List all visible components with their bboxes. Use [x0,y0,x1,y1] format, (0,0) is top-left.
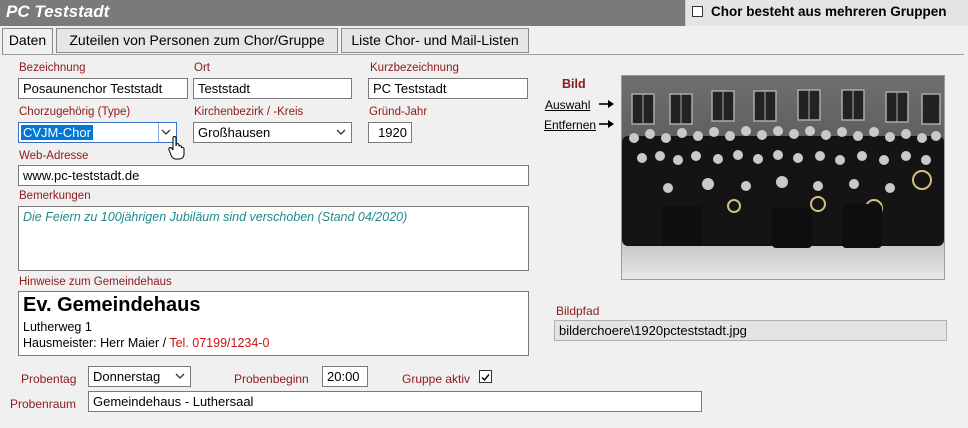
bildpfad-label: Bildpfad [556,304,600,318]
hinweise-textarea[interactable]: Ev. Gemeindehaus Lutherweg 1 Hausmeister… [18,291,529,356]
choir-photo [621,75,945,280]
kurzbezeichnung-field[interactable]: PC Teststadt [368,78,528,99]
bemerkungen-text: Die Feiern zu 100jährigen Jubiläum sind … [23,210,408,224]
hinweise-line1: Lutherweg 1 [23,320,92,334]
telefon-text: Tel. 07199/1234-0 [169,336,270,350]
probenbeginn-label: Probenbeginn [234,372,309,386]
chorzugehoerig-select[interactable]: CVJM-Chor [18,122,177,143]
kirchenbezirk-select[interactable]: Großhausen [193,122,352,143]
bildpfad-field: bilderchoere\1920pcteststadt.jpg [554,320,947,341]
probenraum-label: Probenraum [10,397,77,411]
gruend-jahr-field[interactable]: 1920 [368,122,412,143]
bild-label: Bild [562,77,586,91]
tab-liste[interactable]: Liste Chor- und Mail-Listen [341,28,529,53]
chorzugehoerig-label: Chorzugehörig (Type) [19,106,131,118]
hinweise-label: Hinweise zum Gemeindehaus [19,276,172,288]
auswahl-link[interactable]: Auswahl [545,98,590,112]
tab-daten[interactable]: Daten [2,28,53,55]
web-adresse-label: Web-Adresse [19,150,89,162]
window-title: PC Teststadt [6,2,110,21]
gruppe-aktiv-label: Gruppe aktiv [402,372,471,386]
hinweise-title: Ev. Gemeindehaus [23,294,201,316]
arrow-right-icon [599,117,615,132]
chevron-down-icon[interactable] [334,123,348,142]
bemerkungen-textarea[interactable]: Die Feiern zu 100jährigen Jubiläum sind … [18,206,529,271]
probenbeginn-field[interactable]: 20:00 [322,366,368,387]
hausmeister-text: Hausmeister: Herr Maier / [23,336,170,350]
probentag-value: Donnerstag [93,369,161,384]
chevron-down-icon[interactable] [173,367,187,386]
bezeichnung-label: Bezeichnung [19,62,86,74]
ort-label: Ort [194,62,210,74]
probenraum-field[interactable]: Gemeindehaus - Luthersaal [88,391,702,412]
ort-field[interactable]: Teststadt [193,78,352,99]
probentag-label: Probentag [21,372,77,386]
kurzbezeichnung-label: Kurzbezeichnung [370,62,459,74]
bezeichnung-field[interactable]: Posaunenchor Teststadt [18,78,188,99]
chorzugehoerig-value: CVJM-Chor [21,125,93,140]
group-checkbox-label[interactable]: Chor besteht aus mehreren Gruppen [711,4,947,19]
kirchenbezirk-value: Großhausen [198,125,271,140]
gruend-jahr-label: Gründ-Jahr [369,106,428,118]
gruppe-aktiv-checkbox[interactable] [479,370,492,383]
arrow-right-icon [599,97,615,112]
web-adresse-field[interactable]: www.pc-teststadt.de [18,165,529,186]
checkmark-icon [481,374,490,382]
hinweise-line2: Hausmeister: Herr Maier / Tel. 07199/123… [23,336,269,350]
entfernen-link[interactable]: Entfernen [544,118,596,132]
hand-cursor-icon [168,135,186,163]
group-checkbox[interactable] [692,6,703,17]
kirchenbezirk-label: Kirchenbezirk / -Kreis [194,106,304,118]
bemerkungen-label: Bemerkungen [19,190,91,202]
tab-zuteilen[interactable]: Zuteilen von Personen zum Chor/Gruppe [56,28,338,53]
probentag-select[interactable]: Donnerstag [88,366,191,387]
